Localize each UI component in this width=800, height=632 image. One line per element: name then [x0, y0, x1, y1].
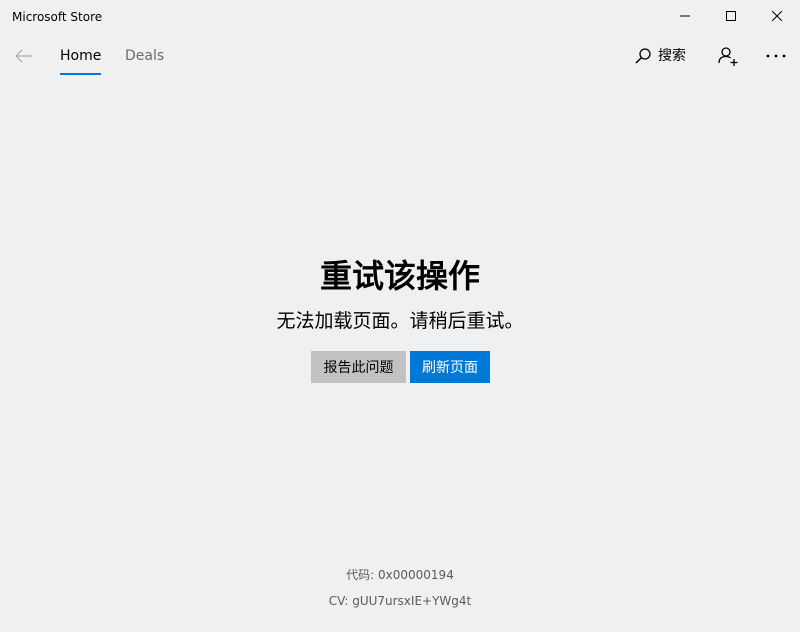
- maximize-icon: [726, 11, 736, 21]
- account-button[interactable]: [714, 42, 742, 70]
- report-issue-button[interactable]: 报告此问题: [311, 351, 406, 383]
- maximize-button[interactable]: [708, 0, 754, 32]
- person-add-icon: [718, 47, 738, 66]
- error-code: 代码: 0x00000194: [346, 568, 454, 582]
- tab-home[interactable]: Home: [60, 46, 101, 66]
- tab-home-indicator: [60, 73, 101, 75]
- correlation-vector: CV: gUU7ursxIE+YWg4t: [328, 594, 472, 608]
- close-button[interactable]: [754, 0, 800, 32]
- back-button[interactable]: [4, 36, 44, 76]
- app-title: Microsoft Store: [12, 10, 103, 24]
- arrow-left-icon: [15, 49, 32, 63]
- minimize-icon: [680, 15, 690, 17]
- more-button[interactable]: [760, 42, 792, 70]
- search-button[interactable]: 搜索: [634, 44, 686, 68]
- refresh-page-button[interactable]: 刷新页面: [410, 351, 490, 383]
- nav-bar: Home Deals 搜索: [0, 32, 800, 80]
- minimize-button[interactable]: [662, 0, 708, 32]
- error-message: 无法加载页面。请稍后重试。: [276, 310, 524, 332]
- close-icon: [772, 11, 782, 21]
- magnifier-icon: [635, 48, 651, 64]
- title-bar: Microsoft Store: [0, 0, 800, 32]
- tab-deals[interactable]: Deals: [125, 46, 164, 66]
- search-label: 搜索: [658, 48, 686, 64]
- error-title: 重试该操作: [319, 257, 480, 295]
- ellipsis-icon: [766, 54, 786, 58]
